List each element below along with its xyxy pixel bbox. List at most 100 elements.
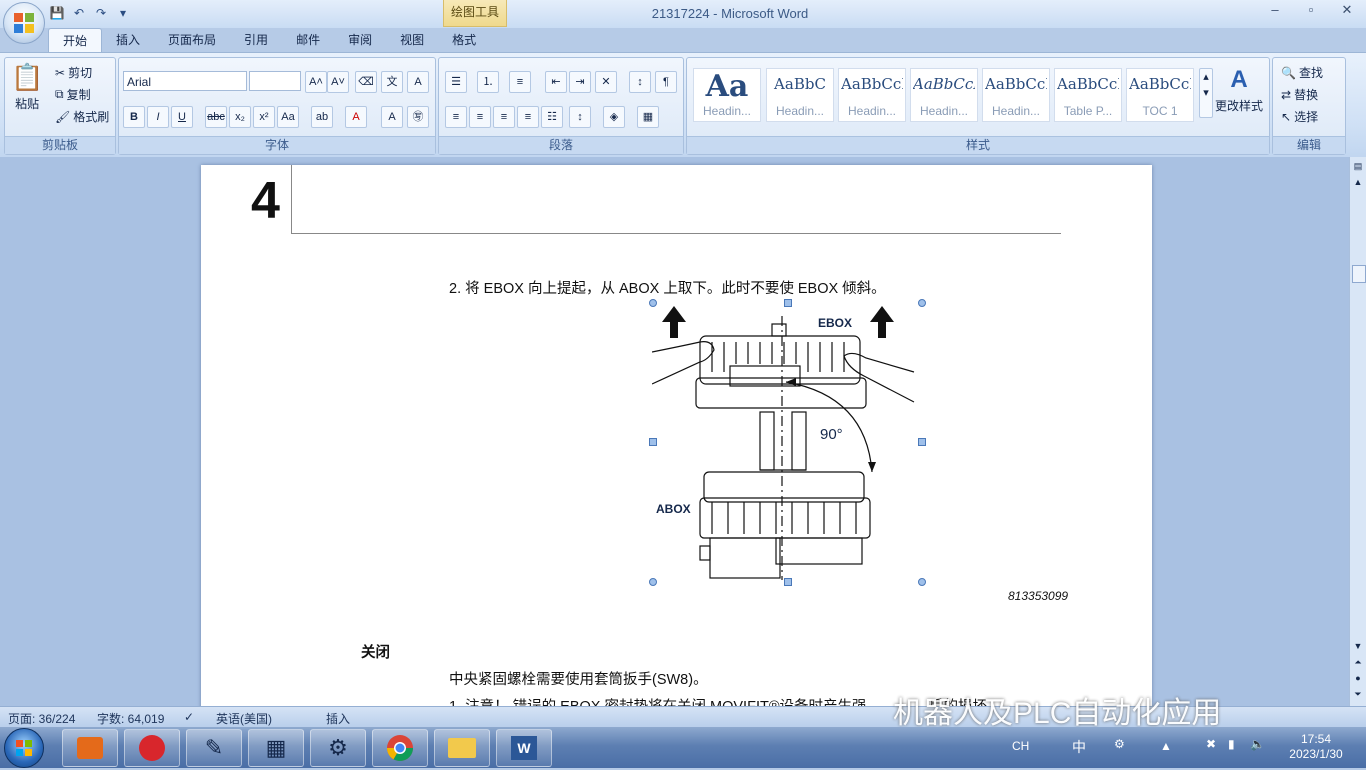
tray-expand-icon[interactable]: ▲ <box>1160 739 1172 753</box>
style-tile-3[interactable]: AaBbCcI Headin... <box>838 68 906 122</box>
shading-icon[interactable]: ◈ <box>603 106 625 128</box>
change-case-icon[interactable]: Aa <box>277 106 299 128</box>
next-page-icon[interactable]: ⏷ <box>1352 689 1364 701</box>
align-left-icon[interactable]: ≡ <box>445 106 467 128</box>
language-indicator[interactable]: 英语(美国) <box>216 710 272 727</box>
shrink-font-icon[interactable]: A˅ <box>327 71 349 93</box>
select-button[interactable]: ↖ 选择 <box>1281 108 1318 125</box>
tab-home[interactable]: 开始 <box>48 28 103 53</box>
vertical-scrollbar[interactable]: ▤ ▲ ▼ ⏶ ● ⏷ <box>1349 157 1366 706</box>
char-border-icon[interactable]: A <box>407 71 429 93</box>
increase-indent-icon[interactable]: ⇥ <box>569 71 591 93</box>
tab-page-layout[interactable]: 页面布局 <box>154 28 230 52</box>
char-shading-icon[interactable]: A <box>381 106 403 128</box>
scroll-down-icon[interactable]: ▼ <box>1352 641 1364 653</box>
selection-handle[interactable] <box>649 578 657 586</box>
style-tile-4[interactable]: AaBbCcDdHeadin... <box>910 68 978 122</box>
copy-button[interactable]: ⧉ 复制 <box>55 86 91 103</box>
tray-signal-icon[interactable]: ▮ <box>1228 737 1235 751</box>
font-size-combo[interactable] <box>249 71 301 91</box>
restore-button[interactable]: ▫ <box>1300 2 1322 20</box>
taskbar-app-2[interactable] <box>124 729 180 767</box>
minimize-button[interactable]: – <box>1264 2 1286 20</box>
undo-icon[interactable]: ↶ <box>70 5 88 21</box>
phonetic-guide-icon[interactable]: 文 <box>381 71 403 93</box>
grow-font-icon[interactable]: A˄ <box>305 71 327 93</box>
office-button[interactable] <box>3 2 45 44</box>
find-button[interactable]: 🔍 查找 <box>1281 64 1323 81</box>
cut-button[interactable]: ✂ 剪切 <box>55 64 92 81</box>
redo-icon[interactable]: ↷ <box>92 5 110 21</box>
enclose-char-icon[interactable]: ㊢ <box>407 106 429 128</box>
close-button[interactable]: ✕ <box>1336 2 1358 20</box>
taskbar-chrome[interactable] <box>372 729 428 767</box>
taskbar-word[interactable]: W <box>496 729 552 767</box>
tray-volume-icon[interactable]: 🔈 <box>1250 737 1265 751</box>
align-center-icon[interactable]: ≡ <box>469 106 491 128</box>
save-icon[interactable]: 💾 <box>48 5 66 21</box>
superscript-icon[interactable]: x² <box>253 106 275 128</box>
style-tile-7[interactable]: AaBbCcDTOC 1 <box>1126 68 1194 122</box>
selection-handle[interactable] <box>649 438 657 446</box>
tray-network-icon[interactable]: ✖ <box>1206 737 1216 751</box>
tray-settings-icon[interactable]: ⚙ <box>1114 737 1125 751</box>
decrease-indent-icon[interactable]: ⇤ <box>545 71 567 93</box>
justify-icon[interactable]: ≡ <box>517 106 539 128</box>
taskbar-explorer[interactable] <box>434 729 490 767</box>
format-painter-button[interactable]: 🖌 格式刷 <box>55 108 109 125</box>
tab-mailings[interactable]: 邮件 <box>282 28 334 52</box>
show-marks-icon[interactable]: ¶ <box>655 71 677 93</box>
insert-mode[interactable]: 插入 <box>326 710 350 727</box>
font-color-icon[interactable]: A <box>345 106 367 128</box>
page-count[interactable]: 页面: 36/224 <box>8 710 75 727</box>
proofing-icon[interactable]: ✓ <box>184 710 194 724</box>
multilevel-list-icon[interactable]: ≡ <box>509 71 531 93</box>
font-name-combo[interactable]: Arial <box>123 71 247 91</box>
selection-handle[interactable] <box>918 578 926 586</box>
style-tile-1[interactable]: Aa Headin... <box>693 68 761 122</box>
bullets-icon[interactable]: ☰ <box>445 71 467 93</box>
taskbar-app-1[interactable] <box>62 729 118 767</box>
start-button[interactable] <box>4 728 44 768</box>
highlight-icon[interactable]: ab <box>311 106 333 128</box>
bold-icon[interactable]: B <box>123 106 145 128</box>
subscript-icon[interactable]: x₂ <box>229 106 251 128</box>
style-tile-2[interactable]: AaBbC Headin... <box>766 68 834 122</box>
distributed-icon[interactable]: ☷ <box>541 106 563 128</box>
selection-handle[interactable] <box>784 299 792 307</box>
ruler-toggle-icon[interactable]: ▤ <box>1352 161 1364 173</box>
borders-icon[interactable]: ▦ <box>637 106 659 128</box>
selection-handle[interactable] <box>649 299 657 307</box>
customize-qat-icon[interactable]: ▾ <box>114 5 132 21</box>
tray-language[interactable]: CH <box>1012 739 1029 753</box>
tray-clock[interactable]: 17:54 2023/1/30 <box>1286 732 1346 762</box>
selection-handle[interactable] <box>784 578 792 586</box>
line-spacing-icon[interactable]: ↕ <box>569 106 591 128</box>
clear-format-icon[interactable]: ⌫ <box>355 71 377 93</box>
document-page[interactable]: 4 2. 将 EBOX 向上提起，从 ABOX 上取下。此时不要使 EBOX 倾… <box>201 165 1152 706</box>
chinese-layout-icon[interactable]: ✕ <box>595 71 617 93</box>
paste-button[interactable]: 📋 粘贴 <box>11 62 43 112</box>
italic-icon[interactable]: I <box>147 106 169 128</box>
ebox-removal-figure[interactable]: EBOX 90° ABOX <box>649 299 926 586</box>
scroll-up-icon[interactable]: ▲ <box>1352 177 1364 189</box>
numbering-icon[interactable]: ⒈ <box>477 71 499 93</box>
tab-insert[interactable]: 插入 <box>102 28 154 52</box>
underline-icon[interactable]: U <box>171 106 193 128</box>
taskbar-app-3[interactable]: ✎ <box>186 729 242 767</box>
tray-ime[interactable]: 中 <box>1072 737 1086 757</box>
styles-scroll-icon[interactable]: ▴ ▾ <box>1199 68 1213 118</box>
taskbar-app-4[interactable]: ▦ <box>248 729 304 767</box>
tab-format[interactable]: 格式 <box>438 28 490 52</box>
selection-handle[interactable] <box>918 438 926 446</box>
tab-references[interactable]: 引用 <box>230 28 282 52</box>
scroll-thumb[interactable] <box>1352 265 1366 283</box>
align-right-icon[interactable]: ≡ <box>493 106 515 128</box>
replace-button[interactable]: ⇄ 替换 <box>1281 86 1318 103</box>
tab-view[interactable]: 视图 <box>386 28 438 52</box>
taskbar-app-5[interactable]: ⚙ <box>310 729 366 767</box>
selection-handle[interactable] <box>918 299 926 307</box>
style-tile-6[interactable]: AaBbCcI Table P... <box>1054 68 1122 122</box>
prev-page-icon[interactable]: ⏶ <box>1352 657 1364 669</box>
change-styles-button[interactable]: A 更改样式 <box>1215 66 1263 114</box>
